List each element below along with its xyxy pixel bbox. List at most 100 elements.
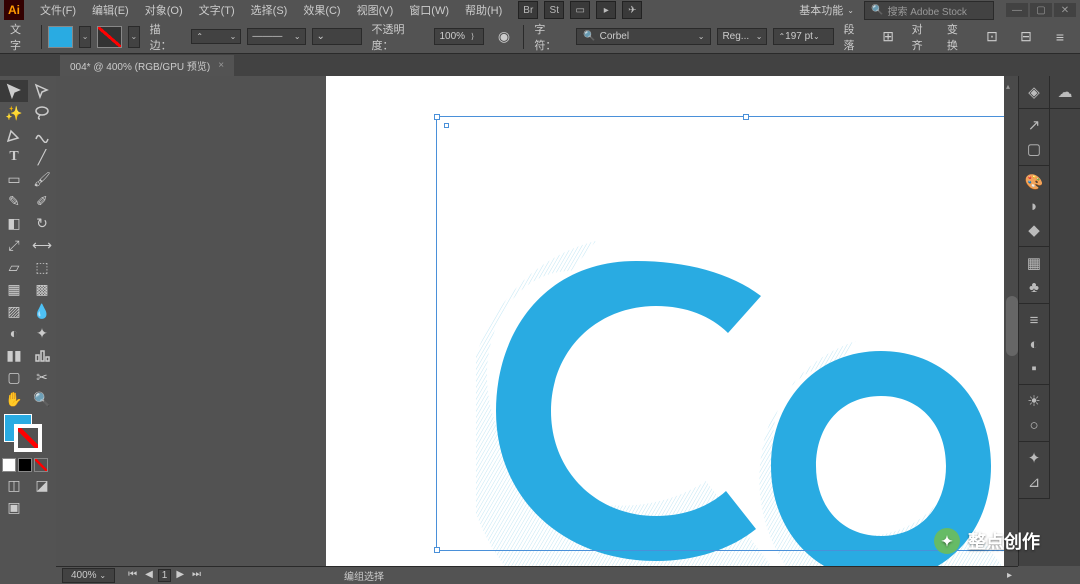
gpu-icon[interactable]: ▸ <box>596 1 616 19</box>
stroke-profile[interactable]: ———⌄ <box>247 28 305 45</box>
menu-select[interactable]: 选择(S) <box>243 0 296 20</box>
artboard-number[interactable]: 1 <box>158 569 172 582</box>
close-button[interactable]: ✕ <box>1054 3 1076 17</box>
workspace-switcher[interactable]: 基本功能 ⌄ <box>793 0 860 20</box>
clip-icon[interactable]: ⊟ <box>1012 26 1040 48</box>
scroll-right-icon[interactable]: ▸ <box>1007 570 1012 581</box>
export-panel-icon[interactable]: ↗ <box>1019 113 1049 137</box>
curvature-tool[interactable] <box>28 124 56 146</box>
magic-wand-tool[interactable]: ✨ <box>0 102 28 124</box>
fill-dropdown[interactable]: ⌄ <box>79 26 91 48</box>
width-tool[interactable]: ⟷ <box>28 234 56 256</box>
prev-artboard[interactable]: ◀ <box>142 569 156 582</box>
next-artboard[interactable]: ▶ <box>173 569 187 582</box>
document-tab[interactable]: 004* @ 400% (RGB/GPU 预览) × <box>60 55 234 76</box>
direct-select-tool[interactable] <box>28 80 56 102</box>
handle-top-mid[interactable] <box>743 114 749 120</box>
stock-search[interactable]: 🔍 搜索 Adobe Stock <box>864 1 994 20</box>
bridge-icon[interactable]: Br <box>518 1 538 19</box>
maximize-button[interactable]: ▢ <box>1030 3 1052 17</box>
blend-tool[interactable]: ◐ <box>0 322 28 344</box>
rectangle-tool[interactable]: ▭ <box>0 168 28 190</box>
align-panel-icon[interactable]: ⊞ <box>875 26 902 48</box>
grad-panel-icon[interactable]: ◐ <box>1019 332 1049 356</box>
font-style-select[interactable]: Reg...⌄ <box>717 28 767 45</box>
color-panel-icon[interactable]: 🎨 <box>1019 170 1049 194</box>
zoom-select[interactable]: 400% ⌄ <box>62 568 115 583</box>
transform-link[interactable]: 变换 <box>943 21 972 53</box>
stock-icon[interactable]: St <box>544 1 564 19</box>
menu-edit[interactable]: 编辑(E) <box>84 0 137 20</box>
anchor-point[interactable] <box>444 123 449 128</box>
hand-tool[interactable]: ✋ <box>0 388 28 410</box>
first-artboard[interactable]: ⏮ <box>125 569 140 582</box>
trans-panel-icon[interactable]: ▪ <box>1019 356 1049 380</box>
line-tool[interactable]: ╱ <box>28 146 56 168</box>
opacity-input[interactable]: 100%⟩ <box>434 28 484 45</box>
club-panel-icon[interactable]: ♣ <box>1019 275 1049 299</box>
symbols-panel-icon[interactable]: ✦ <box>1019 446 1049 470</box>
feedback-icon[interactable]: ✈ <box>622 1 642 19</box>
graphic-panel-icon[interactable]: ○ <box>1019 413 1049 437</box>
pen-tool[interactable] <box>0 124 28 146</box>
zoom-tool[interactable]: 🔍 <box>28 388 56 410</box>
shaper-tool[interactable]: ✎ <box>0 190 28 212</box>
stroke-color[interactable] <box>14 424 42 452</box>
menu-help[interactable]: 帮助(H) <box>457 0 510 20</box>
graph-tool[interactable]: ▮▮ <box>0 344 28 366</box>
screen-mode[interactable]: ▣ <box>0 496 28 518</box>
shape-panel-icon[interactable]: ◗ <box>1019 194 1049 218</box>
scrollbar-thumb[interactable] <box>1006 296 1018 356</box>
libraries-panel-icon[interactable]: ☁ <box>1050 80 1080 104</box>
free-transform-tool[interactable]: ▱ <box>0 256 28 278</box>
menu-type[interactable]: 文字(T) <box>191 0 243 20</box>
font-size-input[interactable]: ⌃197 pt⌄ <box>773 28 833 45</box>
scrollbar-v[interactable]: ▴ <box>1004 76 1018 566</box>
handle-top-left[interactable] <box>434 114 440 120</box>
menu-object[interactable]: 对象(O) <box>137 0 191 20</box>
scale-tool[interactable]: ⤢ <box>0 234 28 256</box>
rotate-tool[interactable]: ↻ <box>28 212 56 234</box>
type-tool[interactable]: T <box>0 146 28 168</box>
stroke-swatch[interactable] <box>97 26 122 48</box>
menu-view[interactable]: 视图(V) <box>349 0 402 20</box>
menu-icon[interactable]: ≡ <box>1046 26 1074 48</box>
tab-close-icon[interactable]: × <box>218 60 224 71</box>
isolate-icon[interactable]: ⊡ <box>978 26 1006 48</box>
pencil-tool[interactable]: ✐ <box>28 190 56 212</box>
paragraph-link[interactable]: 段落 <box>840 21 869 53</box>
color-mode-swatches[interactable] <box>0 456 56 474</box>
brush-tool[interactable]: 🖌 <box>28 168 56 190</box>
menu-window[interactable]: 窗口(W) <box>401 0 457 20</box>
symbol-tool[interactable]: ✦ <box>28 322 56 344</box>
fill-swatch[interactable] <box>48 26 73 48</box>
arrange-icon[interactable]: ▭ <box>570 1 590 19</box>
menu-effect[interactable]: 效果(C) <box>295 0 348 20</box>
font-family-select[interactable]: 🔍Corbel⌄ <box>576 28 711 45</box>
shape-builder-tool[interactable]: ⬚ <box>28 256 56 278</box>
draw-normal[interactable]: ◫ <box>0 474 28 496</box>
artboard-tool[interactable]: ▢ <box>0 366 28 388</box>
canvas[interactable] <box>56 76 1080 566</box>
last-artboard[interactable]: ⏭ <box>189 569 204 582</box>
lasso-tool[interactable] <box>28 102 56 124</box>
handle-bottom-left[interactable] <box>434 547 440 553</box>
brushes-panel-icon[interactable]: ⊿ <box>1019 470 1049 494</box>
eyedropper-tool[interactable]: 💧 <box>28 300 56 322</box>
path-panel-icon[interactable]: ◆ <box>1019 218 1049 242</box>
column-graph-tool[interactable] <box>28 344 56 366</box>
appear-panel-icon[interactable]: ☀ <box>1019 389 1049 413</box>
layers-panel-icon[interactable]: ◈ <box>1019 80 1049 104</box>
draw-behind[interactable]: ◪ <box>28 474 56 496</box>
menu-file[interactable]: 文件(F) <box>32 0 84 20</box>
eraser-tool[interactable]: ◧ <box>0 212 28 234</box>
mesh-tool[interactable]: ▩ <box>28 278 56 300</box>
stroke-panel-icon[interactable]: ≡ <box>1019 308 1049 332</box>
asset-panel-icon[interactable]: ▢ <box>1019 137 1049 161</box>
selection-tool[interactable] <box>0 80 28 102</box>
gradient-tool[interactable]: ▨ <box>0 300 28 322</box>
stroke-weight-input[interactable]: ⌃⌄ <box>191 29 241 44</box>
recolor-icon[interactable]: ◉ <box>490 26 517 48</box>
swatches-panel-icon[interactable]: ▦ <box>1019 251 1049 275</box>
brush-def[interactable]: ⌄ <box>312 28 362 45</box>
